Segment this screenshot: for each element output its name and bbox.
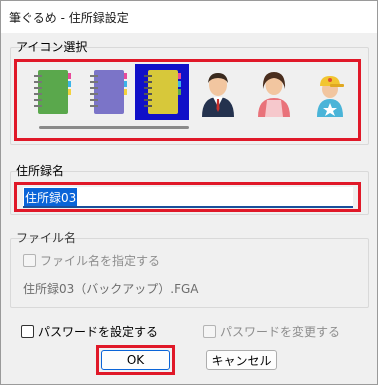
ok-button[interactable]: OK <box>101 350 170 370</box>
set-password-checkbox[interactable]: パスワードを設定する <box>21 323 158 340</box>
icon-option-purple-notebook[interactable] <box>81 64 135 120</box>
man-in-suit-icon <box>202 73 234 117</box>
checkbox-box <box>21 325 34 338</box>
icon-select-label: アイコン選択 <box>16 40 88 54</box>
yellow-notebook-icon <box>144 70 181 114</box>
change-password-checkbox[interactable]: パスワードを変更する <box>203 323 340 340</box>
dialog-window: 筆ぐるめ - 住所録設定 アイコン選択 住所録名 住所録03 ファイル名 ファイ… <box>0 0 378 385</box>
checkbox-box <box>203 325 216 338</box>
cancel-button[interactable]: キャンセル <box>206 350 277 370</box>
woman-apron-icon <box>258 72 290 117</box>
set-password-label: パスワードを設定する <box>38 325 159 339</box>
address-book-name-value: 住所録03 <box>24 187 78 207</box>
purple-notebook-icon <box>90 70 127 114</box>
icon-option-green-notebook[interactable] <box>25 64 79 120</box>
address-book-name-label: 住所録名 <box>16 164 65 178</box>
title-bar: 筆ぐるめ - 住所録設定 <box>1 1 377 33</box>
checkbox-box <box>23 254 36 267</box>
input-focus-underline <box>23 206 353 208</box>
change-password-label: パスワードを変更する <box>220 325 341 339</box>
icon-scrollbar[interactable] <box>39 126 189 129</box>
icon-option-woman[interactable] <box>247 64 301 120</box>
green-notebook-icon <box>34 70 71 114</box>
icon-option-child[interactable] <box>303 64 357 120</box>
specify-filename-label: ファイル名を指定する <box>40 254 161 268</box>
specify-filename-checkbox[interactable]: ファイル名を指定する <box>23 252 160 269</box>
child-cap-icon <box>317 76 344 117</box>
icon-option-man[interactable] <box>191 64 245 120</box>
filename-value: 住所録03（バックアップ）.FGA <box>23 281 199 296</box>
filename-field[interactable]: 住所録03（バックアップ）.FGA <box>23 278 359 298</box>
file-name-label: ファイル名 <box>16 231 77 245</box>
window-title: 筆ぐるめ - 住所録設定 <box>9 10 129 25</box>
address-book-name-input[interactable]: 住所録03 <box>23 187 353 208</box>
icon-option-yellow-notebook[interactable] <box>135 64 189 120</box>
